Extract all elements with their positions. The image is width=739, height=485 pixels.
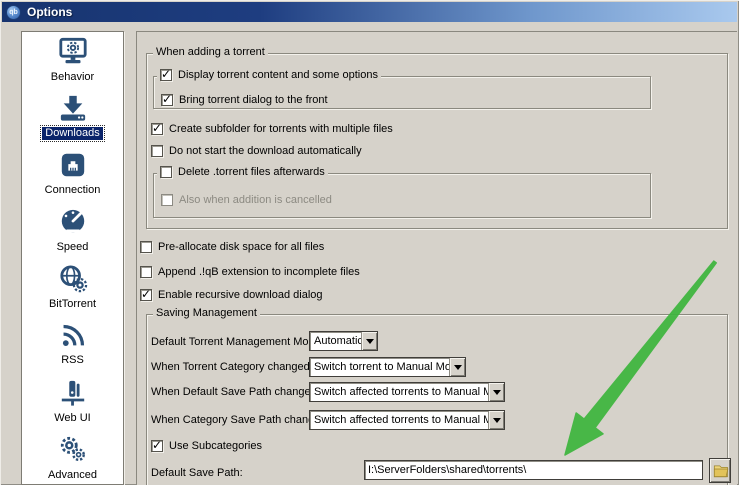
sidebar-item-connection[interactable]: Connection	[22, 149, 123, 206]
checkbox-do-not-start-download[interactable]: Do not start the download automatically	[151, 144, 362, 157]
label-default-save-path: Default Save Path:	[151, 466, 243, 479]
combo-when-category-changed[interactable]: Switch torrent to Manual Mode	[309, 357, 466, 377]
combo-default-torrent-mgmt-mode[interactable]: Automatic	[309, 331, 378, 351]
sidebar-item-behavior[interactable]: Behavior	[22, 35, 123, 92]
downloads-settings-panel: When adding a torrent Display torrent co…	[136, 31, 737, 485]
checkbox-display-torrent-content[interactable]: Display torrent content and some options	[157, 68, 381, 81]
checkbox-box	[161, 194, 173, 206]
download-tray-icon	[58, 94, 88, 122]
sidebar-item-bittorrent[interactable]: BitTorrent	[22, 263, 123, 320]
qbittorrent-logo-icon: qb	[6, 5, 21, 20]
checkbox-also-when-cancelled: Also when addition is cancelled	[161, 193, 332, 206]
checkbox-recursive-download[interactable]: Enable recursive download dialog	[140, 288, 323, 301]
sidebar-label-bittorrent[interactable]: BitTorrent	[46, 298, 99, 311]
folder-icon	[712, 462, 729, 479]
sidebar-label-advanced[interactable]: Advanced	[45, 469, 100, 482]
checkbox-bring-dialog-front[interactable]: Bring torrent dialog to the front	[161, 93, 328, 106]
sidebar-item-webui[interactable]: Web UI	[22, 377, 123, 434]
checkbox-append-qb-extension[interactable]: Append .!qB extension to incomplete file…	[140, 265, 360, 278]
chevron-down-icon[interactable]	[488, 383, 504, 401]
globe-gear-icon	[58, 265, 88, 293]
ethernet-port-icon	[58, 151, 88, 179]
checkbox-box[interactable]	[140, 289, 152, 301]
sidebar-item-advanced[interactable]: Advanced	[22, 434, 123, 485]
sidebar-label-behavior[interactable]: Behavior	[48, 71, 97, 84]
label-when-category-changed: When Torrent Category changed:	[151, 360, 313, 373]
checkbox-box[interactable]	[151, 440, 163, 452]
gears-icon	[58, 436, 88, 464]
speedometer-icon	[58, 208, 88, 236]
sidebar-label-downloads[interactable]: Downloads	[42, 127, 102, 140]
chevron-down-icon[interactable]	[488, 411, 504, 429]
group-saving-management-title: Saving Management	[153, 307, 260, 320]
sidebar-label-rss[interactable]: RSS	[58, 354, 87, 367]
sidebar-item-downloads[interactable]: Downloads	[22, 92, 123, 149]
label-when-default-path-changed: When Default Save Path changed:	[151, 385, 320, 398]
checkbox-preallocate-disk[interactable]: Pre-allocate disk space for all files	[140, 240, 324, 253]
default-save-path-field[interactable]	[364, 460, 703, 480]
sidebar-label-speed[interactable]: Speed	[54, 241, 92, 254]
browse-folder-button[interactable]	[709, 458, 731, 483]
group-when-adding-torrent-title: When adding a torrent	[153, 46, 268, 59]
checkbox-box[interactable]	[140, 266, 152, 278]
options-dialog: qb Options Behavior	[0, 0, 739, 485]
checkbox-box[interactable]	[151, 123, 163, 135]
checkbox-box[interactable]	[140, 241, 152, 253]
combo-when-default-path-changed[interactable]: Switch affected torrents to Manual Mode	[309, 382, 505, 402]
label-default-torrent-mgmt-mode: Default Torrent Management Mode:	[151, 335, 324, 348]
checkbox-create-subfolder[interactable]: Create subfolder for torrents with multi…	[151, 122, 393, 135]
sidebar-label-webui[interactable]: Web UI	[51, 412, 93, 425]
window-title: Options	[27, 5, 72, 19]
checkbox-use-subcategories[interactable]: Use Subcategories	[151, 439, 262, 452]
title-bar[interactable]: qb Options	[2, 2, 737, 22]
sidebar-label-connection[interactable]: Connection	[42, 184, 104, 197]
category-sidebar: Behavior Downloads Connection	[21, 31, 124, 485]
label-when-category-path-changed: When Category Save Path changed:	[151, 413, 330, 426]
checkbox-box[interactable]	[151, 145, 163, 157]
checkbox-box[interactable]	[160, 69, 172, 81]
monitor-gear-icon	[58, 37, 88, 66]
combo-when-category-path-changed[interactable]: Switch affected torrents to Manual Mode	[309, 410, 505, 430]
chevron-down-icon[interactable]	[361, 332, 377, 350]
chevron-down-icon[interactable]	[449, 358, 465, 376]
sidebar-item-speed[interactable]: Speed	[22, 206, 123, 263]
checkbox-delete-torrent-files[interactable]: Delete .torrent files afterwards	[157, 165, 328, 178]
rss-waves-icon	[58, 322, 88, 349]
sidebar-item-rss[interactable]: RSS	[22, 320, 123, 377]
checkbox-box[interactable]	[161, 94, 173, 106]
server-plug-icon	[58, 379, 88, 407]
checkbox-box[interactable]	[160, 166, 172, 178]
